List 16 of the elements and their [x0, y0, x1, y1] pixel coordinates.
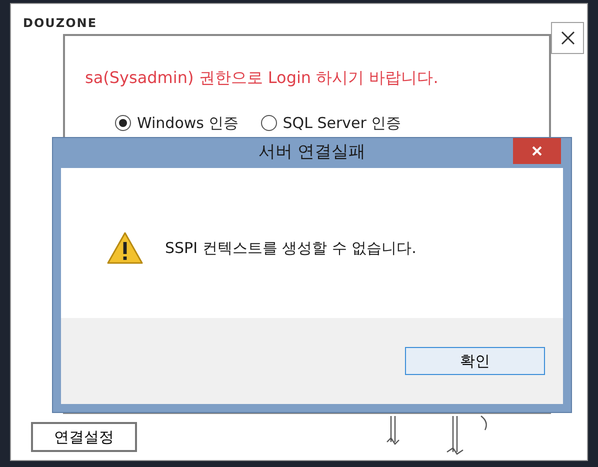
close-button[interactable]	[551, 22, 584, 54]
ok-button[interactable]: 확인	[405, 347, 545, 375]
dialog-title: 서버 연결실패	[258, 141, 366, 164]
radio-button[interactable]	[260, 115, 277, 132]
radio-label: Windows 인증	[137, 113, 239, 134]
radio-label: SQL Server 인증	[282, 113, 402, 134]
close-icon	[560, 31, 574, 45]
auth-radio-option[interactable]: SQL Server 인증	[260, 112, 402, 134]
error-message: SSPI 컨텍스트를 생성할 수 없습니다.	[165, 238, 416, 259]
notice-text: sa(Sysadmin) 권한으로 Login 하시기 바랍니다.	[85, 67, 438, 89]
auth-radio-option[interactable]: Windows 인증	[115, 112, 239, 134]
warning-icon	[107, 232, 143, 264]
logo: DOUZONE	[23, 15, 98, 32]
connection-settings-button[interactable]: 연결설정	[31, 422, 137, 452]
radio-button[interactable]	[115, 115, 131, 132]
close-icon	[532, 146, 542, 156]
